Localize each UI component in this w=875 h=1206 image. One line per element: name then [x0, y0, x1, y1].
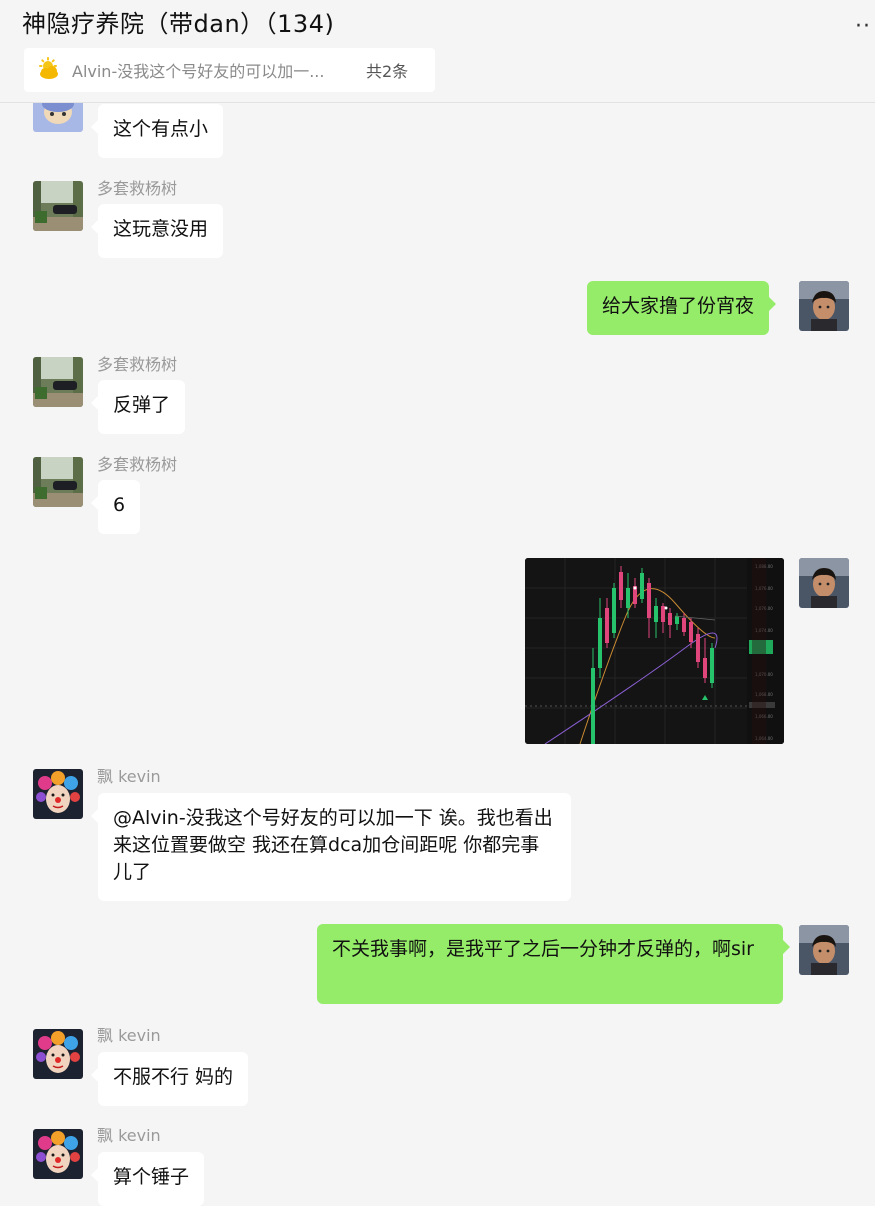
- sun-icon: [34, 55, 64, 85]
- message-bubble[interactable]: 这玩意没用: [90, 204, 224, 258]
- message-bubble[interactable]: @Alvin-没我这个号好友的可以加一下 诶。我也看出来这位置要做空 我还在算d…: [91, 793, 571, 901]
- image-message-chart[interactable]: 1,088.00 1,076.00 1,076.00 1,074.00 1,07…: [525, 558, 784, 744]
- message-text: 给大家撸了份宵夜: [602, 295, 755, 317]
- sender-name: 飘 kevin: [97, 1026, 161, 1045]
- avatar-car-photo[interactable]: [33, 181, 83, 231]
- message-bubble[interactable]: 不服不行 妈的: [90, 1052, 249, 1106]
- avatar-car-photo[interactable]: [33, 457, 83, 507]
- message-text: 6: [113, 494, 126, 516]
- avatar-self[interactable]: [799, 925, 849, 975]
- message-bubble[interactable]: 反弹了: [90, 380, 186, 434]
- sender-name: 飘 kevin: [97, 767, 161, 786]
- notice-count: 共2条: [366, 62, 409, 81]
- avatar-clown[interactable]: [33, 1029, 83, 1079]
- notice-text: Alvin-没我这个号好友的可以加一...: [72, 62, 325, 81]
- message-bubble[interactable]: 6: [90, 480, 141, 534]
- sender-name: 多套救杨树: [97, 179, 178, 198]
- message-text: 这个有点小: [113, 118, 209, 140]
- message-text: 反弹了: [113, 394, 171, 416]
- sender-name: 多套救杨树: [97, 455, 178, 474]
- message-bubble[interactable]: 不关我事啊，是我平了之后一分钟才反弹的，啊sir: [317, 924, 790, 1004]
- more-dots-icon[interactable]: ··: [855, 14, 871, 39]
- chat-title: 神隐疗养院（带dan）（134): [22, 10, 335, 38]
- message-text: @Alvin-没我这个号好友的可以加一下 诶。我也看出来这位置要做空 我还在算d…: [113, 807, 553, 883]
- group-notice-bar[interactable]: Alvin-没我这个号好友的可以加一... 共2条: [24, 48, 435, 92]
- avatar-self[interactable]: [799, 558, 849, 608]
- avatar-clown[interactable]: [33, 769, 83, 819]
- message-bubble[interactable]: 这个有点小: [90, 104, 224, 158]
- chat-header: 神隐疗养院（带dan）（134) ·· Alvin-没我这个号好友的可以加一..…: [0, 0, 875, 103]
- message-bubble[interactable]: 给大家撸了份宵夜: [587, 281, 777, 335]
- avatar-self[interactable]: [799, 281, 849, 331]
- avatar-clown[interactable]: [33, 1129, 83, 1179]
- avatar-car-photo[interactable]: [33, 357, 83, 407]
- message-text: 不关我事啊，是我平了之后一分钟才反弹的，啊sir: [332, 938, 754, 960]
- sender-name: 多套救杨树: [97, 355, 178, 374]
- message-text: 不服不行 妈的: [113, 1066, 234, 1088]
- message-bubble[interactable]: 算个锤子: [90, 1152, 205, 1206]
- sender-name: 飘 kevin: [97, 1126, 161, 1145]
- message-text: 这玩意没用: [113, 218, 209, 240]
- message-text: 算个锤子: [113, 1166, 190, 1188]
